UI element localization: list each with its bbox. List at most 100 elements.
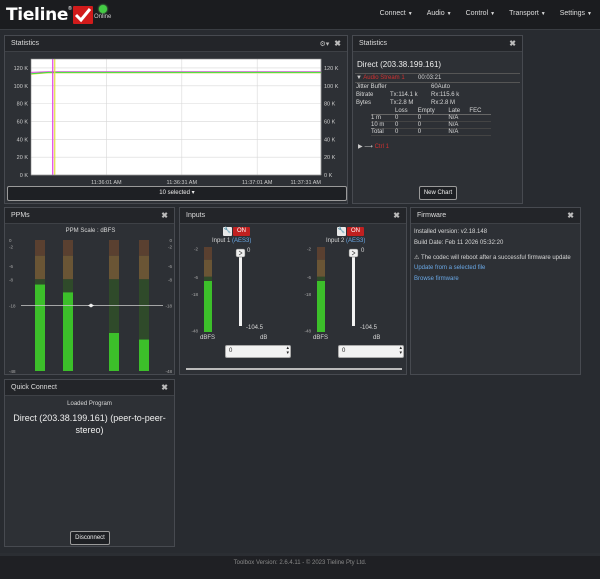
close-icon[interactable]: ✖ bbox=[393, 211, 400, 220]
close-icon[interactable]: ✖ bbox=[334, 39, 341, 48]
input-1-name: Input 1 (AES3) bbox=[212, 238, 252, 244]
plot-area bbox=[31, 59, 321, 175]
wrench-icon[interactable]: 🔧 bbox=[223, 227, 232, 236]
new-chart-button[interactable]: New Chart bbox=[419, 186, 457, 200]
input-meter-tick: -18 bbox=[304, 292, 311, 297]
y-tick-label-right: 40 K bbox=[324, 137, 336, 143]
input-meter-tick: -18 bbox=[191, 292, 198, 297]
y-tick-label: 100 K bbox=[14, 84, 29, 90]
fader-track bbox=[239, 255, 242, 326]
ppm-meter-background bbox=[35, 240, 45, 256]
panel-header: Statistics ✖ bbox=[353, 36, 522, 52]
input-2-on-toggle[interactable]: ON bbox=[347, 227, 364, 236]
menu-connect[interactable]: Connect ▼ bbox=[380, 10, 413, 17]
input-meter-background bbox=[204, 247, 212, 260]
loaded-program-label: Loaded Program bbox=[67, 401, 112, 407]
ppm-meter-level bbox=[63, 292, 73, 371]
panel-header: Statistics ⚙▾ ✖ bbox=[5, 36, 347, 52]
y-tick-label-right: 60 K bbox=[324, 119, 336, 125]
caret-down-icon: ▼ bbox=[587, 11, 592, 17]
browse-firmware-link[interactable]: Browse firmware bbox=[414, 276, 459, 282]
y-tick-label: 120 K bbox=[14, 66, 29, 72]
program-name: Direct (203.38.199.161) (peer-to-peer-st… bbox=[13, 413, 166, 435]
graph-statistics-panel: Statistics ⚙▾ ✖ 0 K 0 K 20 K 20 K 40 K 40 K 60… bbox=[4, 35, 348, 204]
stream-row[interactable]: ▼ Audio Stream 1 bbox=[356, 75, 405, 81]
update-from-file-link[interactable]: Update from a selected file bbox=[414, 265, 485, 271]
series-selector-button[interactable]: 10 selected ▾ bbox=[7, 186, 347, 201]
input-meter-tick: -2 bbox=[307, 247, 311, 252]
ppm-meter-background bbox=[109, 255, 119, 280]
y-tick-label: 80 K bbox=[17, 102, 29, 108]
stepper-icon[interactable]: ▴ ▾ bbox=[286, 346, 289, 356]
y-tick-label-right: 100 K bbox=[324, 84, 339, 90]
bitrate-rx: Rx:115.6 k bbox=[431, 92, 460, 98]
input-meter-tick: -6 bbox=[307, 275, 311, 280]
panel-header: Quick Connect ✖ bbox=[5, 380, 174, 396]
close-icon[interactable]: ✖ bbox=[567, 211, 574, 220]
ppm-scale-tick: -6 bbox=[9, 264, 13, 269]
build-date: Build Date: Feb 11 2026 05:32:20 bbox=[414, 240, 504, 246]
ppm-scale-tick: -6 bbox=[168, 264, 172, 269]
input-meter-tick: -48 bbox=[304, 328, 311, 333]
input-meter-background bbox=[317, 259, 325, 277]
stepper-icon[interactable]: ▴ ▾ bbox=[399, 346, 402, 356]
y-tick-label: 60 K bbox=[17, 119, 29, 125]
ppm-scale-tick: -18 bbox=[165, 304, 172, 309]
menu-settings[interactable]: Settings ▼ bbox=[560, 10, 592, 17]
input-2-name: Input 2 (AES3) bbox=[326, 238, 366, 244]
panel-header: Inputs ✖ bbox=[180, 208, 406, 224]
wrench-icon[interactable]: 🔧 bbox=[337, 227, 346, 236]
input-meter-level bbox=[317, 281, 325, 332]
caret-down-icon: ▼ bbox=[490, 11, 496, 17]
close-icon[interactable]: ✖ bbox=[161, 211, 168, 220]
ppm-meter-background bbox=[139, 240, 149, 256]
jitter-label: Jitter Buffer bbox=[356, 84, 387, 90]
caret-down-icon: ▼ bbox=[446, 11, 452, 17]
expand-icon: ▶ bbox=[358, 144, 363, 150]
input-meter-background bbox=[204, 259, 212, 277]
menu-audio[interactable]: Audio ▼ bbox=[427, 10, 452, 17]
quick-connect-panel: Quick Connect ✖ Loaded Program Direct (2… bbox=[4, 379, 175, 547]
ppm-scale-tick: -18 bbox=[9, 304, 16, 309]
panel-title: Inputs bbox=[186, 212, 206, 219]
menu-transport[interactable]: Transport ▼ bbox=[509, 10, 546, 17]
input-2-gain-input[interactable]: 0 ▴ ▾ bbox=[338, 345, 404, 358]
stream-time: 00:03:21 bbox=[418, 75, 442, 81]
input-1-on-toggle[interactable]: ON bbox=[233, 227, 250, 236]
ppm-scale-tick: -2 bbox=[9, 245, 13, 250]
table-row: 10 m 0 0 N/A bbox=[371, 122, 491, 129]
connection-name: Direct (203.38.199.161) bbox=[357, 60, 442, 69]
fader-handle bbox=[235, 248, 246, 258]
menu-control[interactable]: Control ▼ bbox=[466, 10, 496, 17]
online-indicator-icon bbox=[98, 5, 107, 13]
bitrate-label: Bitrate bbox=[356, 92, 374, 98]
y-tick-label-right: 120 K bbox=[324, 66, 339, 72]
ppms-panel: PPMs ✖ PPM Scale : dBFS 0 0 -2 -2 -6 -6 -8 -8 -1… bbox=[4, 207, 175, 375]
fader-track bbox=[352, 255, 355, 326]
close-icon[interactable]: ✖ bbox=[509, 39, 516, 48]
disconnect-button[interactable]: Disconnect bbox=[70, 531, 110, 545]
caret-down-icon: ▼ bbox=[540, 11, 546, 17]
ctrl-row[interactable]: ▶ ⟶ Ctrl 1 bbox=[358, 143, 389, 150]
input-1-source-link[interactable]: (AES3) bbox=[232, 238, 251, 244]
close-icon[interactable]: ✖ bbox=[161, 383, 168, 392]
input-1-fader-bottom: -104.5 bbox=[246, 325, 264, 331]
panel-header: PPMs ✖ bbox=[5, 208, 174, 224]
stream-label: Audio Stream 1 bbox=[363, 75, 405, 81]
ppm-meter-background bbox=[63, 240, 73, 256]
ppm-meter-level bbox=[35, 284, 45, 371]
input-2-source-link[interactable]: (AES3) bbox=[346, 238, 365, 244]
input-meter-level bbox=[204, 281, 212, 332]
gear-icon[interactable]: ⚙▾ bbox=[320, 40, 330, 48]
ppm-meter-level bbox=[109, 333, 119, 371]
panel-title: Statistics bbox=[359, 40, 388, 47]
input-2-db-label: dB bbox=[373, 335, 381, 341]
firmware-panel: Firmware ✖ Installed version: v2.18.148 … bbox=[410, 207, 581, 375]
inputs-scrollbar[interactable] bbox=[186, 368, 402, 370]
input-2-fader-top: 0 bbox=[361, 248, 365, 254]
input-1-gain-input[interactable]: 0 ▴ ▾ bbox=[225, 345, 291, 358]
bytes-label: Bytes bbox=[356, 100, 372, 106]
inputs-panel: Inputs ✖ -2 -6 -18 -48 -2 -6 -18 -48 🔧 ON Input… bbox=[179, 207, 407, 375]
input-2-fader-bottom: -104.5 bbox=[360, 325, 378, 331]
panel-header: Firmware ✖ bbox=[411, 208, 580, 224]
